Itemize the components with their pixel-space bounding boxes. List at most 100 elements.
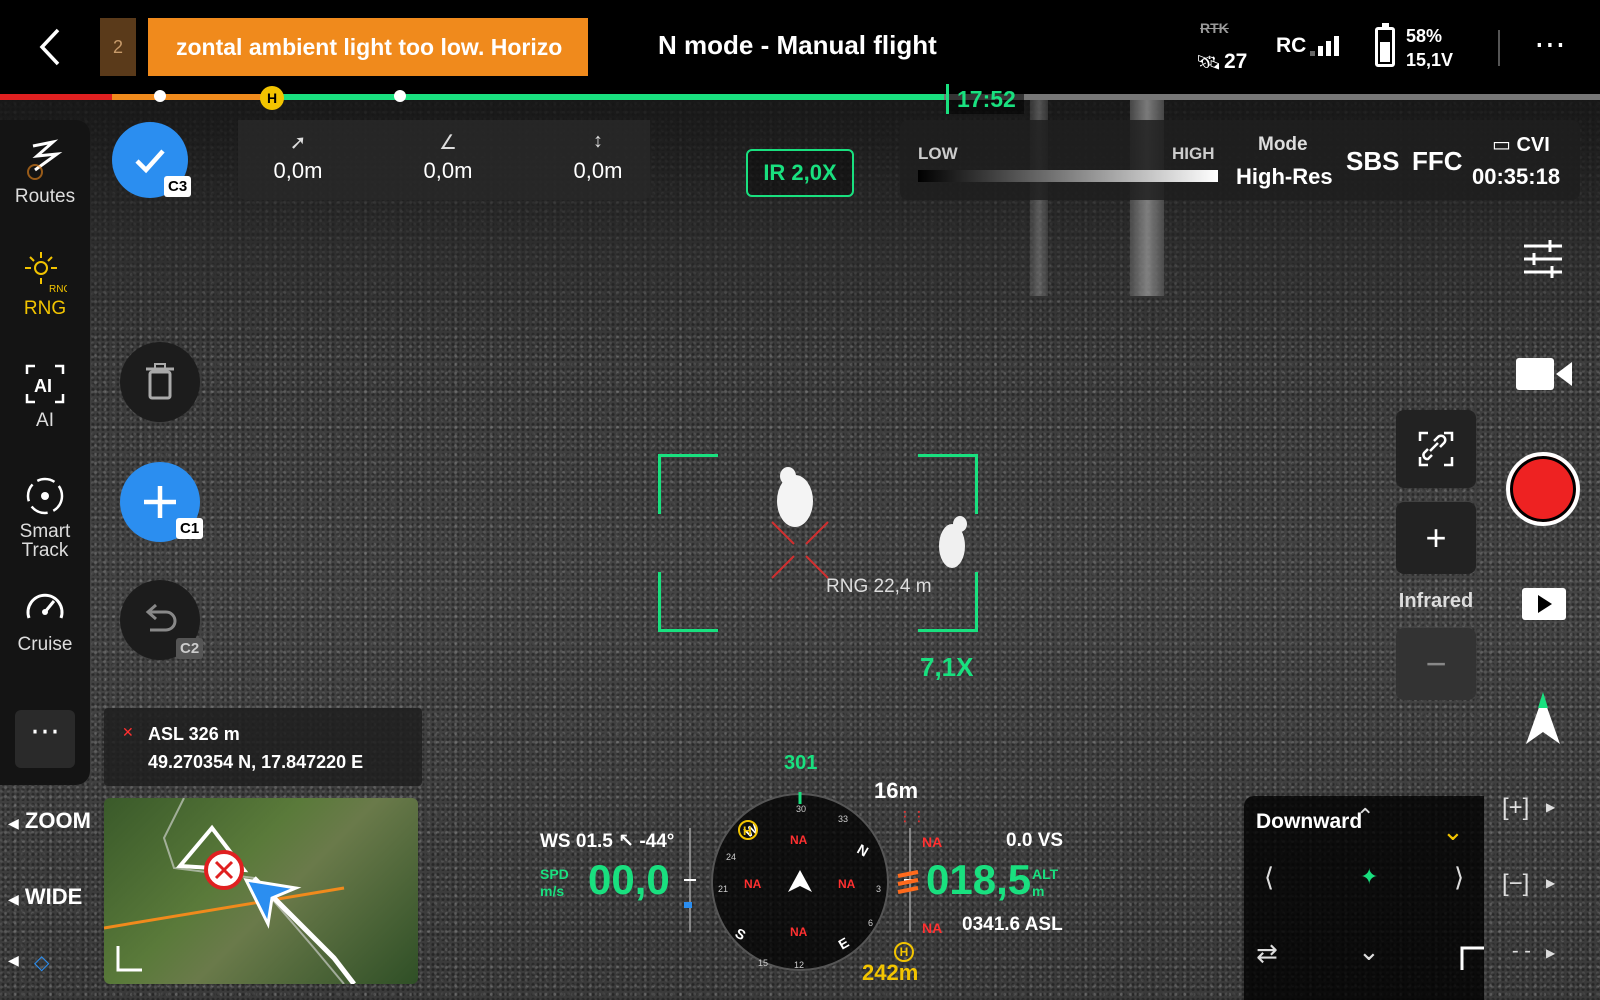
rail-more-button[interactable]: ⋯ xyxy=(15,710,75,768)
camera-zoom-out-button[interactable]: [−] xyxy=(1502,870,1529,898)
lens-zoom-button[interactable]: ◀ ZOOM xyxy=(8,808,91,834)
altitude-unit: ALT m xyxy=(1032,866,1059,899)
target-zoom-level: 7,1X xyxy=(920,652,974,682)
gimbal-direction-label: Downward xyxy=(1256,810,1363,833)
measurement-panel: ➚ 0,0m ∠ 0,0m ↕ 0,0m xyxy=(238,120,650,200)
storage-label[interactable]: ▭ CVI xyxy=(1492,132,1550,157)
infrared-zoom-panel: + Infrared − xyxy=(1396,410,1476,700)
back-arrow-icon[interactable] xyxy=(30,24,70,70)
rail-item-smart-track[interactable]: Smart Track xyxy=(0,474,90,560)
altitude-asl: 0341.6 ASL xyxy=(962,914,1063,935)
flight-mode-label[interactable]: N mode - Manual flight xyxy=(658,30,937,61)
ffc-button[interactable]: FFC xyxy=(1412,146,1463,177)
svg-text:33: 33 xyxy=(838,814,848,824)
wind-speed: WS 01.5 ↖ -44° xyxy=(540,831,675,852)
expand-corner-icon[interactable] xyxy=(114,942,146,974)
horizontal-speed: 00,0 xyxy=(588,856,670,903)
satellite-icon: 🛰 xyxy=(1196,52,1222,74)
gnss-status[interactable]: RTK 🛰 27 xyxy=(1194,18,1254,78)
timeline-marker xyxy=(394,90,406,102)
zoom-out-button[interactable]: − xyxy=(1396,628,1476,700)
mini-map[interactable] xyxy=(104,798,418,984)
mode-label: Mode xyxy=(1258,134,1308,155)
altitude-marker-icon xyxy=(897,870,919,894)
delete-button[interactable] xyxy=(120,342,200,422)
camera-zoom-in-button[interactable]: [+] xyxy=(1502,794,1529,822)
map-route-overlay xyxy=(104,798,356,984)
range-readout: RNG 22,4 m xyxy=(826,576,932,597)
svg-text:NA: NA xyxy=(838,877,856,891)
target-coordinates: 49.270354 N, 17.847220 E xyxy=(148,752,364,772)
zoom-in-button[interactable]: + xyxy=(1396,502,1476,574)
undo-shortcut-tag: C2 xyxy=(176,638,204,659)
thermal-palette-panel: LOW HIGH Mode High-Res SBS FFC ▭ CVI 00:… xyxy=(900,120,1580,200)
target-asl: ASL 326 m xyxy=(148,724,240,744)
svg-text:15: 15 xyxy=(758,958,768,968)
gimbal-right-icon[interactable]: ⟩ xyxy=(1454,862,1464,893)
lens-wide-button[interactable]: ◀ WIDE xyxy=(8,884,82,910)
lens-zoom-label: ZOOM xyxy=(24,808,91,833)
ir-zoom-badge[interactable]: IR 2,0X xyxy=(746,149,854,197)
corner-bracket-icon[interactable] xyxy=(1460,946,1486,972)
gimbal-left-icon[interactable]: ⟨ xyxy=(1264,862,1274,893)
gimbal-up-icon[interactable]: ⌃ xyxy=(1356,804,1374,830)
top-status-bar: 2 zontal ambient light too low. Horizo N… xyxy=(0,0,1600,96)
rail-item-rng[interactable]: RNG RNG xyxy=(0,250,90,320)
measure-distance-value: 0,0m xyxy=(273,158,323,183)
laser-rangefinder-icon: RNG xyxy=(25,252,67,294)
svg-text:NA: NA xyxy=(744,877,762,891)
rail-label-cruise: Cruise xyxy=(17,634,73,655)
sliders-settings-icon[interactable] xyxy=(1522,238,1564,280)
battery-timeline-bar xyxy=(0,90,1600,102)
gimbal-down-icon[interactable]: ⌄ xyxy=(1358,936,1380,967)
battery-voltage: 15,1V xyxy=(1406,50,1454,70)
svg-text:12: 12 xyxy=(794,960,804,970)
reticle-corner-tl xyxy=(658,454,718,514)
video-mode-icon[interactable] xyxy=(1514,354,1574,394)
double-chevron-down-icon[interactable]: ⌄ xyxy=(1442,816,1464,847)
warning-banner[interactable]: zontal ambient light too low. Horizo xyxy=(148,18,588,76)
measure-distance: ➚ 0,0m xyxy=(238,130,358,184)
gimbal-control-panel: Downward ⌃ ⌄ ⟨ ✦ ⟩ ⇄ ⌄ [+] ▶ [−] ▶ - - ▶ xyxy=(1244,794,1600,1000)
rail-label-rng: RNG xyxy=(23,298,67,319)
svg-text:24: 24 xyxy=(726,852,736,862)
sbs-button[interactable]: SBS xyxy=(1346,146,1399,177)
warning-queue-count[interactable]: 2 xyxy=(100,18,136,76)
measure-height-value: 0,0m xyxy=(573,158,623,183)
lens-wide-label: WIDE xyxy=(24,884,83,909)
caret-right-icon[interactable]: ▶ xyxy=(1546,800,1555,814)
rail-item-cruise[interactable]: Cruise xyxy=(0,586,90,656)
signal-bars-icon xyxy=(1310,36,1339,56)
caret-right-icon[interactable]: ▶ xyxy=(1546,876,1555,890)
confirm-shortcut-tag: C3 xyxy=(164,176,192,197)
obstacle-na: NA xyxy=(922,834,943,850)
svg-text:6: 6 xyxy=(868,918,873,928)
attitude-compass: W N S E 30 33 24 21 3 6 15 12 NA NA NA N… xyxy=(711,792,889,971)
rc-label[interactable]: RC xyxy=(1276,34,1306,58)
caret-left-icon[interactable]: ◀ xyxy=(8,952,19,969)
navigation-arrow-icon[interactable] xyxy=(1522,692,1564,748)
home-distance: 242m xyxy=(862,960,919,985)
rail-label-ai: AI xyxy=(36,410,54,431)
rail-item-routes[interactable]: Routes xyxy=(0,138,90,208)
checkmark-icon xyxy=(135,149,165,174)
playback-button[interactable] xyxy=(1522,588,1566,620)
link-lens-button[interactable] xyxy=(1396,410,1476,488)
left-tool-rail: Routes RNG RNG AI AI Smart Track xyxy=(0,120,90,785)
gimbal-center-icon[interactable]: ✦ xyxy=(1360,864,1378,890)
battery-icon[interactable] xyxy=(1375,23,1395,67)
record-button[interactable] xyxy=(1506,452,1580,526)
altitude-value: 018,5 xyxy=(926,856,1032,903)
angle-icon: ∠ xyxy=(439,132,457,154)
speed-tape xyxy=(684,828,696,932)
palette-gradient[interactable] xyxy=(918,170,1218,182)
rail-label-routes: Routes xyxy=(14,186,76,207)
more-dots-icon[interactable]: ⋯ xyxy=(1530,28,1570,68)
mode-value[interactable]: High-Res xyxy=(1236,164,1333,190)
diamond-icon[interactable]: ◇ xyxy=(34,950,49,975)
dashed-line-icon[interactable]: - - xyxy=(1512,940,1531,963)
rail-item-ai[interactable]: AI AI xyxy=(0,362,90,432)
caret-right-icon[interactable]: ▶ xyxy=(1546,946,1555,960)
rtk-label: RTK xyxy=(1200,20,1229,36)
swap-arrows-icon[interactable]: ⇄ xyxy=(1256,938,1278,969)
